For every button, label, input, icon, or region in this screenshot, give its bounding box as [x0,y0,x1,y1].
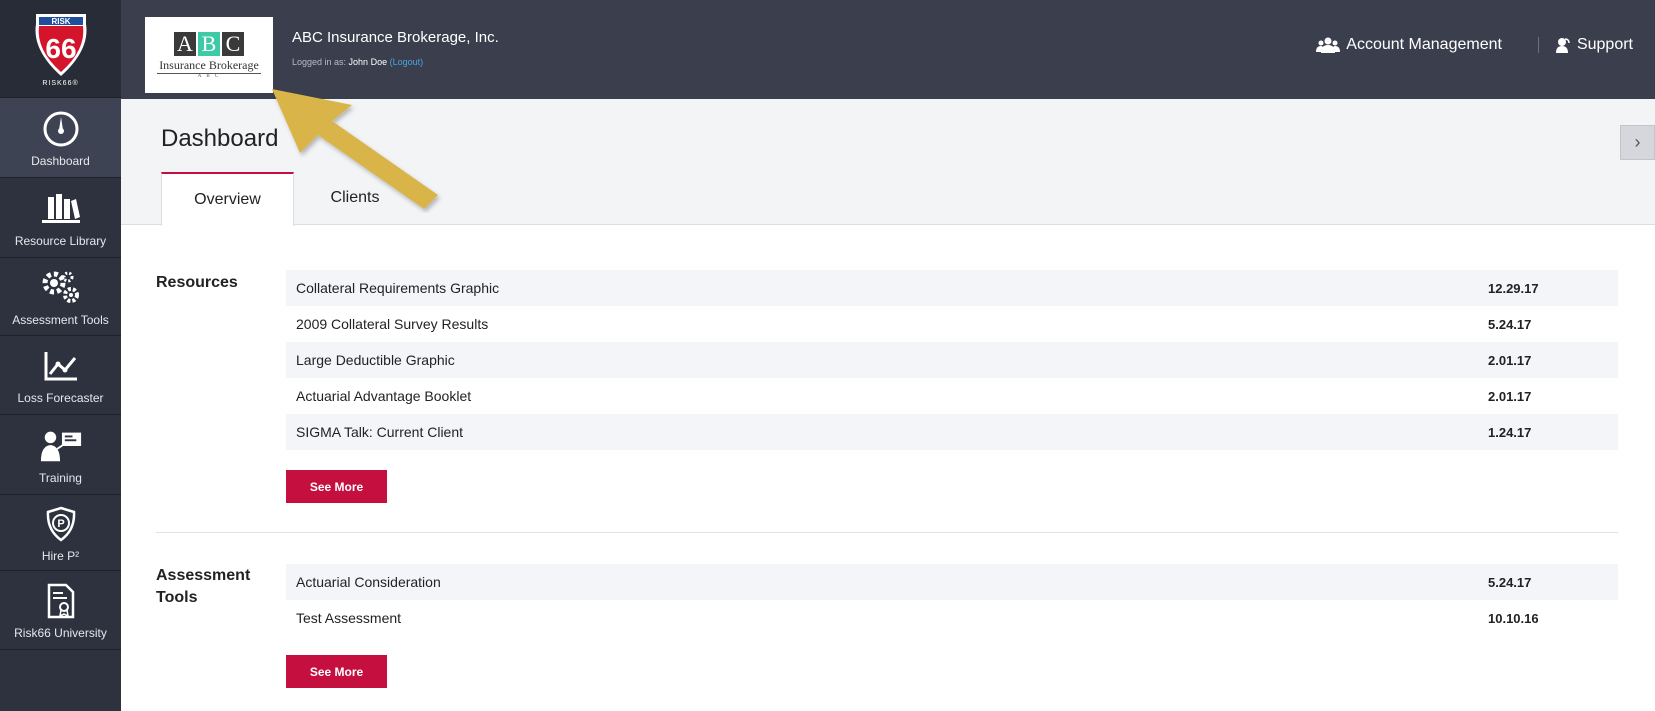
sidebar-item-label: Loss Forecaster [17,391,104,405]
users-icon [1316,37,1341,53]
books-icon [39,188,83,230]
section-divider [156,532,1618,533]
list-item[interactable]: Actuarial Advantage Booklet 2.01.17 [286,378,1618,414]
sidebar-item-label: Assessment Tools [12,312,109,327]
risk66-logo[interactable]: RISK 66 RISK66® [0,0,121,98]
resources-see-more-button[interactable]: See More [286,470,387,503]
logo-brand-sub: A B C [197,73,221,79]
resources-section: Resources Collateral Requirements Graphi… [156,270,1618,510]
chevron-right-icon: › [1634,132,1641,152]
gears-icon [39,267,83,309]
company-logo: A B C Insurance Brokerage A B C [145,17,273,93]
login-status: Logged in as: John Doe (Logout) [292,57,423,67]
logo-subtitle: RISK66® [42,80,79,87]
user-name: John Doe [348,57,388,67]
svg-text:P: P [57,518,64,530]
sidebar-item-resource-library[interactable]: Resource Library [0,178,121,258]
gauge-icon [39,108,83,150]
assessment-date: 5.24.17 [1488,574,1532,590]
resource-name: Collateral Requirements Graphic [296,280,500,296]
assessment-name: Test Assessment [296,610,402,626]
resource-name: 2009 Collateral Survey Results [296,316,489,332]
assessment-name: Actuarial Consideration [296,574,441,590]
resource-date: 12.29.17 [1488,280,1539,296]
support-label: Support [1576,36,1633,53]
sidebar-item-loss-forecaster[interactable]: Loss Forecaster [0,336,121,415]
resource-name: Large Deductible Graphic [296,352,455,368]
support-link[interactable]: Support [1555,36,1633,54]
sidebar-item-hire-p2[interactable]: P Hire P² [0,495,121,571]
logo-letter-a: A [174,31,196,56]
logo-brand-name: Insurance Brokerage [157,57,261,74]
sidebar: RISK 66 RISK66® Dashboard Resource Libra… [0,0,121,711]
list-item[interactable]: Actuarial Consideration 5.24.17 [286,564,1618,600]
page-header: Dashboard Overview Clients › [121,99,1655,226]
top-header: A B C Insurance Brokerage A B C ABC Insu… [121,0,1655,99]
header-separator [1537,37,1539,53]
sidebar-item-dashboard[interactable]: Dashboard [0,98,121,178]
sidebar-item-label: Dashboard [31,153,90,168]
sidebar-item-risk66-university[interactable]: Risk66 University [0,571,121,650]
account-management-label: Account Management [1346,36,1502,53]
resource-date: 1.24.17 [1488,424,1532,440]
assessment-tools-heading: Assessment Tools [156,567,251,606]
page-title: Dashboard [161,125,279,152]
assessment-date: 10.10.16 [1488,610,1539,626]
resource-name: SIGMA Talk: Current Client [296,424,464,440]
sidebar-item-label: Resource Library [14,233,107,248]
sidebar-item-label: Risk66 University [14,626,107,640]
logged-in-prefix: Logged in as: [292,57,349,67]
assessment-tools-see-more-button[interactable]: See More [286,655,387,688]
company-name: ABC Insurance Brokerage, Inc. [292,29,499,46]
logo-66-text: 66 [45,33,76,64]
risk66-shield-logo: RISK 66 [35,14,86,76]
list-item[interactable]: Large Deductible Graphic 2.01.17 [286,342,1618,378]
logo-letter-c: C [222,31,244,56]
sidebar-item-training[interactable]: Training [0,415,121,495]
tab-clients[interactable]: Clients [294,171,416,224]
logo-letter-b: B [198,31,220,56]
sidebar-item-label: Training [39,470,82,485]
list-item[interactable]: 2009 Collateral Survey Results 5.24.17 [286,306,1618,342]
resource-name: Actuarial Advantage Booklet [296,388,472,404]
sidebar-item-label: Hire P² [41,548,80,563]
resource-date: 2.01.17 [1488,388,1532,404]
certificate-doc-icon [39,580,83,622]
resources-list: Collateral Requirements Graphic 12.29.17 … [286,270,1618,450]
shield-p-icon: P [39,503,83,545]
list-item[interactable]: Collateral Requirements Graphic 12.29.17 [286,270,1618,306]
expand-panel-button[interactable]: › [1620,125,1655,160]
line-chart-icon [39,345,83,387]
support-icon [1555,38,1570,53]
logout-link[interactable]: (Logout) [390,57,424,67]
sidebar-item-assessment-tools[interactable]: Assessment Tools [0,258,121,336]
resources-heading: Resources [156,274,238,291]
logo-risk-text: RISK [51,17,70,26]
list-item[interactable]: Test Assessment 10.10.16 [286,600,1618,636]
assessment-tools-list: Actuarial Consideration 5.24.17 Test Asse… [286,564,1618,636]
resource-date: 5.24.17 [1488,316,1532,332]
resource-date: 2.01.17 [1488,352,1532,368]
account-management-link[interactable]: Account Management [1316,36,1502,54]
header-links: Account Management Support [1316,36,1633,54]
tab-overview[interactable]: Overview [161,172,294,226]
presenter-icon [39,425,83,467]
assessment-tools-section: Assessment Tools Actuarial Consideration… [156,564,1618,694]
list-item[interactable]: SIGMA Talk: Current Client 1.24.17 [286,414,1618,450]
